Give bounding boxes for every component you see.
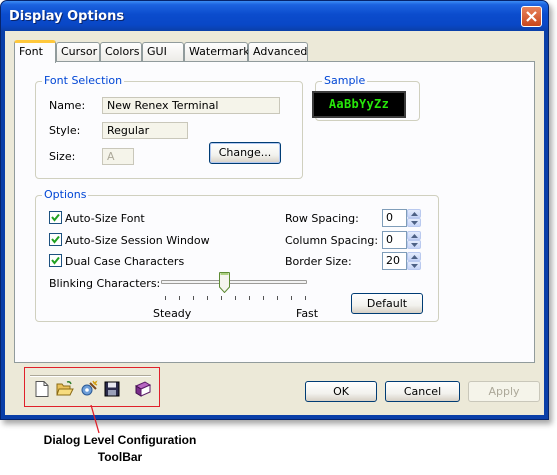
- name-label: Name:: [49, 99, 86, 112]
- slider-tick: [277, 296, 278, 300]
- row-spacing-label: Row Spacing:: [285, 212, 359, 225]
- size-label: Size:: [49, 150, 76, 163]
- slider-tick: [207, 296, 208, 300]
- cancel-button[interactable]: Cancel: [385, 381, 460, 402]
- arrow-up-icon: [411, 234, 418, 238]
- spin-up-button[interactable]: [407, 231, 421, 240]
- dual-case-checkbox[interactable]: [49, 254, 62, 267]
- spin-down-button[interactable]: [407, 240, 421, 249]
- slider-tick: [165, 296, 166, 300]
- blink-slider-thumb[interactable]: [219, 272, 230, 294]
- tab-label: Colors: [105, 45, 140, 58]
- checkmark-icon: [51, 213, 60, 222]
- tab-label: Font: [19, 45, 43, 58]
- row-spacing-input[interactable]: 0: [382, 209, 407, 227]
- sample-preview: AaBbYyZz: [312, 91, 406, 118]
- close-button[interactable]: [521, 6, 542, 27]
- auto-size-session-checkbox[interactable]: [49, 233, 62, 246]
- tab-advanced[interactable]: Advanced: [248, 42, 308, 62]
- spin-up-button[interactable]: [407, 209, 421, 218]
- default-button[interactable]: Default: [351, 293, 423, 314]
- tab-gui[interactable]: GUI: [142, 42, 184, 62]
- slider-tick: [193, 296, 194, 300]
- close-icon: [526, 11, 537, 22]
- slider-max-label: Fast: [296, 307, 319, 320]
- tab-label: Advanced: [253, 45, 308, 58]
- tab-label: Cursor: [61, 45, 98, 58]
- blink-slider-track[interactable]: [161, 280, 307, 284]
- auto-size-font-label[interactable]: Auto-Size Font: [65, 212, 145, 225]
- callout-line: [90, 405, 100, 434]
- toolbar-highlight-box: [24, 367, 160, 407]
- style-label: Style:: [49, 124, 81, 137]
- font-name-field[interactable]: New Renex Terminal: [102, 97, 280, 114]
- ok-button[interactable]: OK: [305, 381, 377, 402]
- slider-tick: [305, 296, 306, 300]
- auto-size-font-checkbox[interactable]: [49, 211, 62, 224]
- title-bar[interactable]: Display Options: [1, 1, 548, 31]
- arrow-down-icon: [411, 221, 418, 225]
- dialog-window: Display Options Font Cursor Colors GUI W…: [0, 0, 549, 420]
- column-spacing-spinner[interactable]: [407, 231, 421, 249]
- spin-up-button[interactable]: [407, 252, 421, 261]
- change-font-button[interactable]: Change...: [209, 142, 281, 164]
- slider-tick: [291, 296, 292, 300]
- blinking-characters-label: Blinking Characters:: [49, 277, 161, 290]
- column-spacing-input[interactable]: 0: [382, 231, 407, 249]
- border-size-label: Border Size:: [285, 255, 352, 268]
- font-selection-legend: Font Selection: [42, 74, 125, 87]
- arrow-down-icon: [411, 264, 418, 268]
- blink-slider-ticks: [165, 296, 306, 300]
- annotation-line-1: Dialog Level Configuration: [43, 433, 197, 447]
- slider-thumb-icon: [219, 272, 230, 294]
- slider-min-label: Steady: [153, 307, 192, 320]
- slider-tick: [249, 296, 250, 300]
- tab-font[interactable]: Font: [14, 40, 56, 63]
- tab-label: Watermark: [189, 45, 250, 58]
- slider-tick: [235, 296, 236, 300]
- row-spacing-spinner[interactable]: [407, 209, 421, 227]
- spin-down-button[interactable]: [407, 261, 421, 270]
- dual-case-label[interactable]: Dual Case Characters: [65, 255, 184, 268]
- font-style-field[interactable]: Regular: [102, 122, 188, 139]
- tab-colors[interactable]: Colors: [100, 42, 142, 62]
- dialog-client-area: Font Cursor Colors GUI Watermark Advance…: [5, 31, 544, 415]
- spin-down-button[interactable]: [407, 218, 421, 227]
- annotation-line-2: ToolBar: [97, 450, 143, 464]
- sample-legend: Sample: [322, 74, 368, 87]
- column-spacing-label: Column Spacing:: [285, 234, 379, 247]
- tab-cursor[interactable]: Cursor: [56, 42, 100, 62]
- tab-label: GUI: [147, 45, 167, 58]
- options-legend: Options: [42, 188, 89, 201]
- apply-button: Apply: [468, 381, 540, 402]
- slider-tick: [221, 296, 222, 300]
- checkmark-icon: [51, 235, 60, 244]
- window-title: Display Options: [9, 9, 125, 24]
- arrow-down-icon: [411, 243, 418, 247]
- auto-size-session-label[interactable]: Auto-Size Session Window: [65, 234, 210, 247]
- border-size-spinner[interactable]: [407, 252, 421, 270]
- font-tab-panel: Font Selection Name: New Renex Terminal …: [14, 61, 535, 363]
- arrow-up-icon: [411, 255, 418, 259]
- slider-tick: [179, 296, 180, 300]
- tab-watermark[interactable]: Watermark: [184, 42, 250, 62]
- font-size-field: A: [102, 148, 134, 165]
- arrow-up-icon: [411, 212, 418, 216]
- slider-tick: [263, 296, 264, 300]
- border-size-input[interactable]: 20: [382, 252, 407, 270]
- checkmark-icon: [51, 256, 60, 265]
